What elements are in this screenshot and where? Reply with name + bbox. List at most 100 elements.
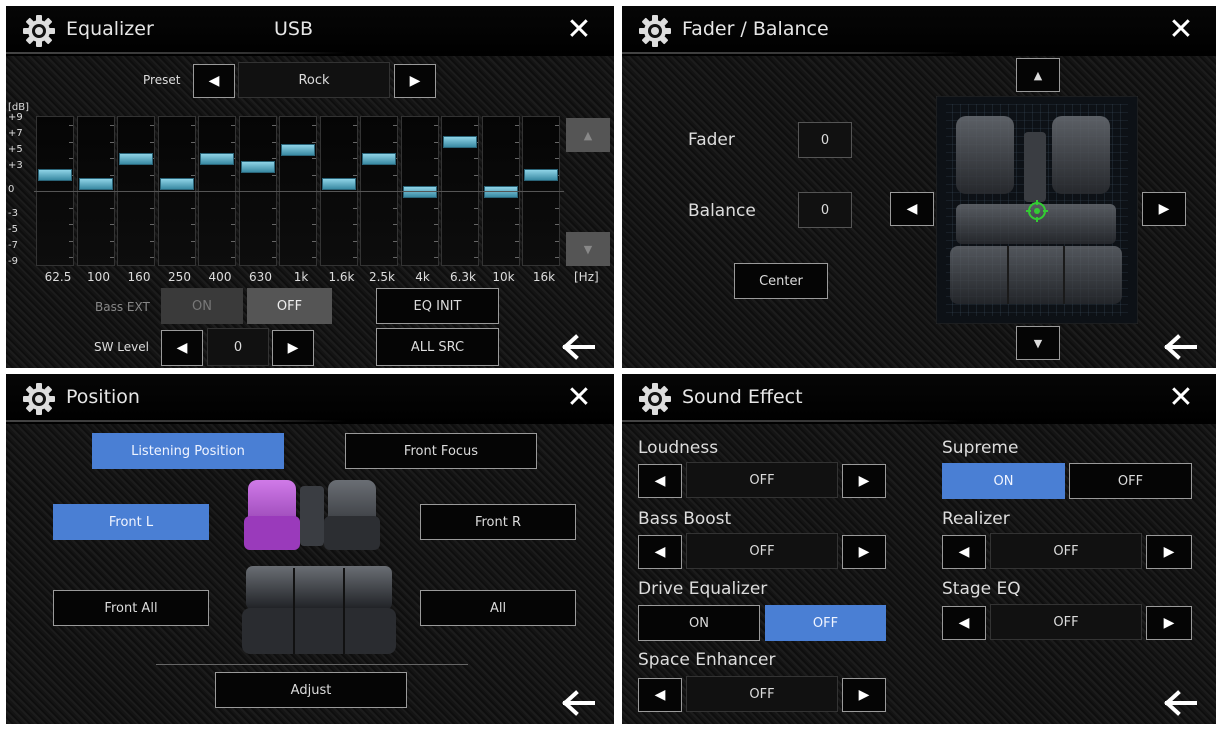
drive-equalizer-label: Drive Equalizer xyxy=(638,579,768,599)
bass-boost-value: OFF xyxy=(686,533,838,569)
close-icon[interactable]: ✕ xyxy=(1164,10,1198,50)
speaker-focus-marker-icon[interactable] xyxy=(1026,200,1048,222)
gear-icon xyxy=(23,15,55,47)
sw-level-value: 0 xyxy=(207,328,269,366)
car-seats-image xyxy=(242,480,396,654)
loudness-label: Loudness xyxy=(638,438,719,458)
sw-level-increase-button[interactable]: ▶ xyxy=(272,330,314,366)
preset-value: Rock xyxy=(238,62,390,98)
back-arrow-icon[interactable] xyxy=(1164,690,1198,716)
gear-icon xyxy=(639,15,671,47)
eq-band-frequency-label: 1k xyxy=(293,270,309,284)
eq-init-button[interactable]: EQ INIT xyxy=(376,288,499,324)
preset-prev-button[interactable]: ◀ xyxy=(193,64,235,98)
eq-band-knob[interactable] xyxy=(281,144,315,157)
eq-band-frequency-label: 160 xyxy=(127,270,151,284)
db-tick-label: -9 xyxy=(8,256,18,267)
bass-boost-next-button[interactable]: ▶ xyxy=(842,535,886,569)
eq-band-frequency-label: 250 xyxy=(168,270,191,284)
eq-band-knob[interactable] xyxy=(200,152,234,165)
source-label: USB xyxy=(274,18,314,40)
all-button[interactable]: All xyxy=(420,590,576,626)
front-r-button[interactable]: Front R xyxy=(420,504,576,540)
close-icon[interactable]: ✕ xyxy=(562,378,596,418)
eq-band-knob[interactable] xyxy=(38,169,72,182)
balance-value: 0 xyxy=(798,192,852,228)
gear-icon xyxy=(23,383,55,415)
balance-label: Balance xyxy=(688,201,756,221)
eq-band-knob[interactable] xyxy=(78,177,113,190)
fader-rear-button[interactable]: ▼ xyxy=(1016,326,1060,360)
eq-band-frequency-label: 2.5k xyxy=(368,270,396,284)
eq-band-knob[interactable] xyxy=(240,161,275,173)
db-tick-label: +9 xyxy=(8,112,23,123)
eq-band-frequency-label: 6.3k xyxy=(449,270,477,284)
fader-front-button[interactable]: ▲ xyxy=(1016,58,1060,92)
eq-band-knob[interactable] xyxy=(524,169,558,182)
space-enhancer-prev-button[interactable]: ◀ xyxy=(638,678,682,712)
eq-band-frequency-label: 1.6k xyxy=(328,270,355,284)
eq-scroll-down-button[interactable]: ▼ xyxy=(566,232,610,266)
balance-right-button[interactable]: ▶ xyxy=(1142,192,1186,226)
supreme-off-button[interactable]: OFF xyxy=(1069,463,1192,499)
eq-band-knob[interactable] xyxy=(159,177,194,190)
eq-band-frequency-label: 4k xyxy=(415,270,430,284)
loudness-prev-button[interactable]: ◀ xyxy=(638,464,682,498)
bass-ext-off-button[interactable]: OFF xyxy=(247,288,332,324)
db-tick-label: -3 xyxy=(8,208,18,219)
bass-boost-prev-button[interactable]: ◀ xyxy=(638,535,682,569)
eq-scroll-up-button[interactable]: ▲ xyxy=(566,118,610,152)
eq-band-frequency-label: 100 xyxy=(87,270,110,284)
realizer-value: OFF xyxy=(990,533,1142,569)
sw-level-decrease-button[interactable]: ◀ xyxy=(161,330,203,366)
db-tick-label: +7 xyxy=(8,128,23,139)
front-focus-button[interactable]: Front Focus xyxy=(345,433,537,469)
page-title: Equalizer xyxy=(66,18,154,40)
front-l-button[interactable]: Front L xyxy=(53,504,209,540)
center-button[interactable]: Center xyxy=(734,263,828,299)
adjust-button[interactable]: Adjust xyxy=(215,672,407,708)
space-enhancer-next-button[interactable]: ▶ xyxy=(842,678,886,712)
db-tick-label: +3 xyxy=(8,160,23,171)
close-icon[interactable]: ✕ xyxy=(1164,378,1198,418)
fader-value: 0 xyxy=(798,122,852,158)
stage-eq-prev-button[interactable]: ◀ xyxy=(942,606,986,640)
loudness-value: OFF xyxy=(686,462,838,498)
realizer-prev-button[interactable]: ◀ xyxy=(942,535,986,569)
close-icon[interactable]: ✕ xyxy=(562,10,596,50)
eq-band-frequency-label: 630 xyxy=(249,270,272,284)
drive-equalizer-off-button[interactable]: OFF xyxy=(765,605,886,641)
page-title: Fader / Balance xyxy=(682,18,829,40)
eq-band-knob[interactable] xyxy=(483,186,518,198)
fader-label: Fader xyxy=(688,130,735,150)
divider xyxy=(156,664,468,665)
realizer-next-button[interactable]: ▶ xyxy=(1146,535,1192,569)
balance-left-button[interactable]: ◀ xyxy=(890,192,934,226)
supreme-on-button[interactable]: ON xyxy=(942,463,1065,499)
db-tick-label: +5 xyxy=(8,144,23,155)
eq-band-knob[interactable] xyxy=(402,186,437,198)
drive-equalizer-on-button[interactable]: ON xyxy=(638,605,760,641)
equalizer-panel: Equalizer USB ✕ Preset ◀ Rock ▶ [dB] +9 +… xyxy=(6,6,614,368)
preset-next-button[interactable]: ▶ xyxy=(394,64,436,98)
back-arrow-icon[interactable] xyxy=(562,334,596,360)
realizer-label: Realizer xyxy=(942,509,1010,529)
eq-band-knob[interactable] xyxy=(119,152,153,165)
zero-line xyxy=(34,191,564,192)
listening-position-button[interactable]: Listening Position xyxy=(92,433,284,469)
eq-band-knob[interactable] xyxy=(321,177,356,190)
preset-label: Preset xyxy=(143,73,181,87)
space-enhancer-label: Space Enhancer xyxy=(638,650,776,670)
back-arrow-icon[interactable] xyxy=(1164,334,1198,360)
loudness-next-button[interactable]: ▶ xyxy=(842,464,886,498)
eq-band-frequency-label: 62.5 xyxy=(44,270,72,284)
all-src-button[interactable]: ALL SRC xyxy=(376,328,499,366)
back-arrow-icon[interactable] xyxy=(562,690,596,716)
bass-ext-on-button[interactable]: ON xyxy=(161,288,243,324)
supreme-label: Supreme xyxy=(942,438,1019,458)
eq-band-knob[interactable] xyxy=(362,152,396,165)
gear-icon xyxy=(639,383,671,415)
front-all-button[interactable]: Front All xyxy=(53,590,209,626)
stage-eq-next-button[interactable]: ▶ xyxy=(1146,606,1192,640)
eq-band-knob[interactable] xyxy=(443,136,477,148)
